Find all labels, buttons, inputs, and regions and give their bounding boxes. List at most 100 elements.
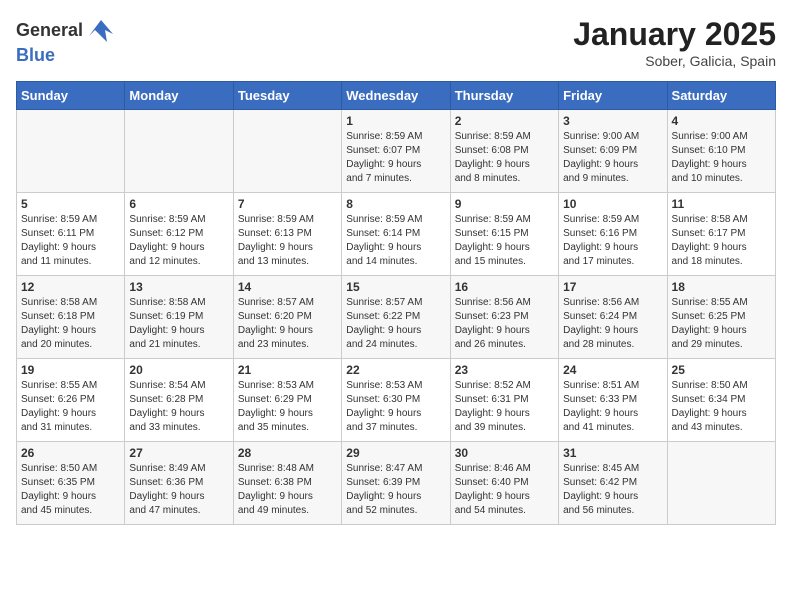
- calendar-cell: [233, 110, 341, 193]
- day-info: Sunrise: 8:59 AM Sunset: 6:07 PM Dayligh…: [346, 130, 445, 186]
- day-number: 24: [563, 363, 662, 377]
- calendar-cell: 29 Sunrise: 8:47 AM Sunset: 6:39 PM Dayli…: [342, 442, 450, 525]
- day-number: 27: [129, 446, 228, 460]
- calendar-cell: 22 Sunrise: 8:53 AM Sunset: 6:30 PM Dayli…: [342, 359, 450, 442]
- calendar-subtitle: Sober, Galicia, Spain: [573, 53, 776, 69]
- day-number: 2: [455, 114, 554, 128]
- day-number: 25: [672, 363, 771, 377]
- calendar-cell: 23Sunrise: 8:52 AM Sunset: 6:31 PM Dayli…: [450, 359, 558, 442]
- day-info: Sunrise: 8:56 AM Sunset: 6:24 PM Dayligh…: [563, 296, 662, 352]
- day-info: Sunrise: 8:51 AM Sunset: 6:33 PM Dayligh…: [563, 379, 662, 435]
- day-info: Sunrise: 8:57 AM Sunset: 6:20 PM Dayligh…: [238, 296, 337, 352]
- day-header-sunday: Sunday: [17, 82, 125, 110]
- calendar-cell: 21 Sunrise: 8:53 AM Sunset: 6:29 PM Dayli…: [233, 359, 341, 442]
- day-info: Sunrise: 8:58 AM Sunset: 6:17 PM Dayligh…: [672, 213, 771, 269]
- calendar-cell: [667, 442, 775, 525]
- calendar-cell: 9Sunrise: 8:59 AM Sunset: 6:15 PM Daylig…: [450, 193, 558, 276]
- title-block: January 2025 Sober, Galicia, Spain: [573, 16, 776, 69]
- day-header-saturday: Saturday: [667, 82, 775, 110]
- day-info: Sunrise: 8:59 AM Sunset: 6:13 PM Dayligh…: [238, 213, 337, 269]
- calendar-cell: 31Sunrise: 8:45 AM Sunset: 6:42 PM Dayli…: [559, 442, 667, 525]
- calendar-cell: 24 Sunrise: 8:51 AM Sunset: 6:33 PM Dayli…: [559, 359, 667, 442]
- page-header: General Blue January 2025 Sober, Galicia…: [16, 16, 776, 69]
- day-info: Sunrise: 8:58 AM Sunset: 6:19 PM Dayligh…: [129, 296, 228, 352]
- day-number: 1: [346, 114, 445, 128]
- day-number: 8: [346, 197, 445, 211]
- calendar-cell: 20 Sunrise: 8:54 AM Sunset: 6:28 PM Dayli…: [125, 359, 233, 442]
- calendar-cell: 2 Sunrise: 8:59 AM Sunset: 6:08 PM Daylig…: [450, 110, 558, 193]
- day-number: 22: [346, 363, 445, 377]
- calendar-cell: 3Sunrise: 9:00 AM Sunset: 6:09 PM Daylig…: [559, 110, 667, 193]
- day-number: 23: [455, 363, 554, 377]
- calendar-cell: 18 Sunrise: 8:55 AM Sunset: 6:25 PM Dayli…: [667, 276, 775, 359]
- day-header-wednesday: Wednesday: [342, 82, 450, 110]
- day-info: Sunrise: 8:48 AM Sunset: 6:38 PM Dayligh…: [238, 462, 337, 518]
- logo: General Blue: [16, 16, 115, 66]
- day-info: Sunrise: 8:50 AM Sunset: 6:34 PM Dayligh…: [672, 379, 771, 435]
- day-number: 11: [672, 197, 771, 211]
- day-info: Sunrise: 8:53 AM Sunset: 6:29 PM Dayligh…: [238, 379, 337, 435]
- day-number: 14: [238, 280, 337, 294]
- day-number: 17: [563, 280, 662, 294]
- week-row-4: 19Sunrise: 8:55 AM Sunset: 6:26 PM Dayli…: [17, 359, 776, 442]
- day-header-tuesday: Tuesday: [233, 82, 341, 110]
- day-number: 20: [129, 363, 228, 377]
- day-number: 6: [129, 197, 228, 211]
- week-row-5: 26 Sunrise: 8:50 AM Sunset: 6:35 PM Dayli…: [17, 442, 776, 525]
- day-number: 19: [21, 363, 120, 377]
- day-info: Sunrise: 8:59 AM Sunset: 6:16 PM Dayligh…: [563, 213, 662, 269]
- calendar-cell: 5 Sunrise: 8:59 AM Sunset: 6:11 PM Daylig…: [17, 193, 125, 276]
- calendar-header-row: SundayMondayTuesdayWednesdayThursdayFrid…: [17, 82, 776, 110]
- calendar-cell: [125, 110, 233, 193]
- calendar-title: January 2025: [573, 16, 776, 53]
- day-info: Sunrise: 8:59 AM Sunset: 6:08 PM Dayligh…: [455, 130, 554, 186]
- day-number: 7: [238, 197, 337, 211]
- day-info: Sunrise: 8:47 AM Sunset: 6:39 PM Dayligh…: [346, 462, 445, 518]
- day-info: Sunrise: 8:56 AM Sunset: 6:23 PM Dayligh…: [455, 296, 554, 352]
- calendar-cell: 8 Sunrise: 8:59 AM Sunset: 6:14 PM Daylig…: [342, 193, 450, 276]
- week-row-3: 12 Sunrise: 8:58 AM Sunset: 6:18 PM Dayli…: [17, 276, 776, 359]
- calendar-cell: 17 Sunrise: 8:56 AM Sunset: 6:24 PM Dayli…: [559, 276, 667, 359]
- day-number: 12: [21, 280, 120, 294]
- day-info: Sunrise: 8:58 AM Sunset: 6:18 PM Dayligh…: [21, 296, 120, 352]
- day-number: 21: [238, 363, 337, 377]
- day-number: 9: [455, 197, 554, 211]
- day-number: 18: [672, 280, 771, 294]
- calendar-table: SundayMondayTuesdayWednesdayThursdayFrid…: [16, 81, 776, 525]
- calendar-cell: 26 Sunrise: 8:50 AM Sunset: 6:35 PM Dayli…: [17, 442, 125, 525]
- day-info: Sunrise: 8:54 AM Sunset: 6:28 PM Dayligh…: [129, 379, 228, 435]
- day-number: 30: [455, 446, 554, 460]
- day-number: 15: [346, 280, 445, 294]
- calendar-cell: 1 Sunrise: 8:59 AM Sunset: 6:07 PM Daylig…: [342, 110, 450, 193]
- week-row-2: 5 Sunrise: 8:59 AM Sunset: 6:11 PM Daylig…: [17, 193, 776, 276]
- calendar-cell: 4Sunrise: 9:00 AM Sunset: 6:10 PM Daylig…: [667, 110, 775, 193]
- day-header-friday: Friday: [559, 82, 667, 110]
- day-info: Sunrise: 8:59 AM Sunset: 6:12 PM Dayligh…: [129, 213, 228, 269]
- day-info: Sunrise: 8:53 AM Sunset: 6:30 PM Dayligh…: [346, 379, 445, 435]
- day-number: 4: [672, 114, 771, 128]
- day-info: Sunrise: 8:59 AM Sunset: 6:11 PM Dayligh…: [21, 213, 120, 269]
- calendar-cell: [17, 110, 125, 193]
- calendar-cell: 19Sunrise: 8:55 AM Sunset: 6:26 PM Dayli…: [17, 359, 125, 442]
- calendar-cell: 13 Sunrise: 8:58 AM Sunset: 6:19 PM Dayli…: [125, 276, 233, 359]
- day-number: 26: [21, 446, 120, 460]
- calendar-cell: 12 Sunrise: 8:58 AM Sunset: 6:18 PM Dayli…: [17, 276, 125, 359]
- calendar-cell: 15Sunrise: 8:57 AM Sunset: 6:22 PM Dayli…: [342, 276, 450, 359]
- day-number: 13: [129, 280, 228, 294]
- calendar-cell: 11 Sunrise: 8:58 AM Sunset: 6:17 PM Dayli…: [667, 193, 775, 276]
- day-header-thursday: Thursday: [450, 82, 558, 110]
- day-info: Sunrise: 8:46 AM Sunset: 6:40 PM Dayligh…: [455, 462, 554, 518]
- logo-general: General: [16, 21, 83, 41]
- day-header-monday: Monday: [125, 82, 233, 110]
- day-info: Sunrise: 8:55 AM Sunset: 6:25 PM Dayligh…: [672, 296, 771, 352]
- logo-blue: Blue: [16, 45, 55, 65]
- day-number: 5: [21, 197, 120, 211]
- calendar-body: 1 Sunrise: 8:59 AM Sunset: 6:07 PM Daylig…: [17, 110, 776, 525]
- calendar-cell: 28 Sunrise: 8:48 AM Sunset: 6:38 PM Dayli…: [233, 442, 341, 525]
- day-number: 28: [238, 446, 337, 460]
- calendar-cell: 6 Sunrise: 8:59 AM Sunset: 6:12 PM Daylig…: [125, 193, 233, 276]
- day-number: 29: [346, 446, 445, 460]
- day-info: Sunrise: 8:59 AM Sunset: 6:14 PM Dayligh…: [346, 213, 445, 269]
- day-info: Sunrise: 8:50 AM Sunset: 6:35 PM Dayligh…: [21, 462, 120, 518]
- calendar-cell: 27Sunrise: 8:49 AM Sunset: 6:36 PM Dayli…: [125, 442, 233, 525]
